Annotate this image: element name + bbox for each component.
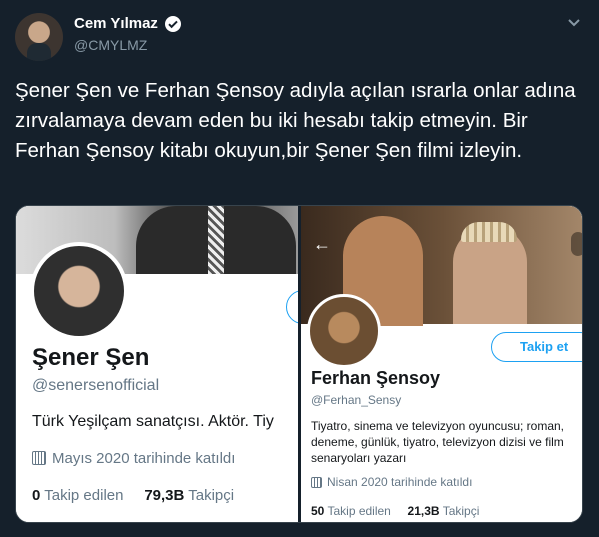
profile-name: Şener Şen <box>32 344 150 371</box>
tweet-media[interactable]: Şener Şen @senersenofficial Türk Yeşilça… <box>15 205 583 523</box>
following-label[interactable]: Takip edilen <box>327 504 390 518</box>
followers-label[interactable]: Takipçi <box>443 504 480 518</box>
followers-label[interactable]: Takipçi <box>188 487 234 504</box>
profile-joined: Mayıs 2020 tarihinde katıldı <box>32 450 235 467</box>
follow-button[interactable] <box>286 290 298 324</box>
profile-stats: 50 Takip edilen 21,3B Takipçi <box>311 504 479 518</box>
profile-avatar <box>307 294 381 368</box>
joined-text: Nisan 2020 tarihinde katıldı <box>327 475 473 489</box>
following-count: 0 <box>32 487 41 504</box>
joined-text: Mayıs 2020 tarihinde katıldı <box>52 450 236 467</box>
more-icon[interactable] <box>571 232 582 256</box>
profile-handle: @senersenofficial <box>32 377 160 394</box>
follow-button[interactable]: Takip et <box>491 332 582 362</box>
calendar-icon <box>32 451 46 465</box>
profile-stats: 0 Takip edilen 79,3B Takipçi <box>32 487 234 504</box>
followers-count: 79,3B <box>144 487 185 504</box>
profile-handle: @Ferhan_Sensy <box>311 393 402 407</box>
arrow-left-icon[interactable]: ← <box>313 234 331 255</box>
followers-count: 21,3B <box>407 504 440 518</box>
author-handle[interactable]: @CMYLMZ <box>74 37 147 53</box>
profile-card-sener-sen[interactable]: Şener Şen @senersenofficial Türk Yeşilça… <box>16 206 298 522</box>
author-avatar[interactable] <box>15 13 63 61</box>
following-label[interactable]: Takip edilen <box>44 487 123 504</box>
author-name[interactable]: Cem Yılmaz <box>74 15 158 32</box>
tweet-header: Cem Yılmaz @CMYLMZ <box>0 0 599 70</box>
profile-bio: Türk Yeşilçam sanatçısı. Aktör. Tiy <box>32 413 274 430</box>
calendar-icon <box>311 477 322 488</box>
profile-card-ferhan-sensoy[interactable]: ← Takip et Ferhan Şensoy @Ferhan_Sensy T… <box>301 206 582 522</box>
chevron-down-icon[interactable] <box>566 14 582 30</box>
profile-joined: Nisan 2020 tarihinde katıldı <box>311 475 472 489</box>
tweet-text: Şener Şen ve Ferhan Şensoy adıyla açılan… <box>15 79 576 162</box>
banner-hat <box>461 222 517 242</box>
verified-badge-icon <box>165 16 181 32</box>
profile-name: Ferhan Şensoy <box>311 368 441 388</box>
following-count: 50 <box>311 504 325 518</box>
profile-bio: Tiyatro, sinema ve televizyon oyuncusu; … <box>311 419 565 465</box>
profile-avatar <box>30 242 128 340</box>
banner-tie <box>208 206 224 274</box>
